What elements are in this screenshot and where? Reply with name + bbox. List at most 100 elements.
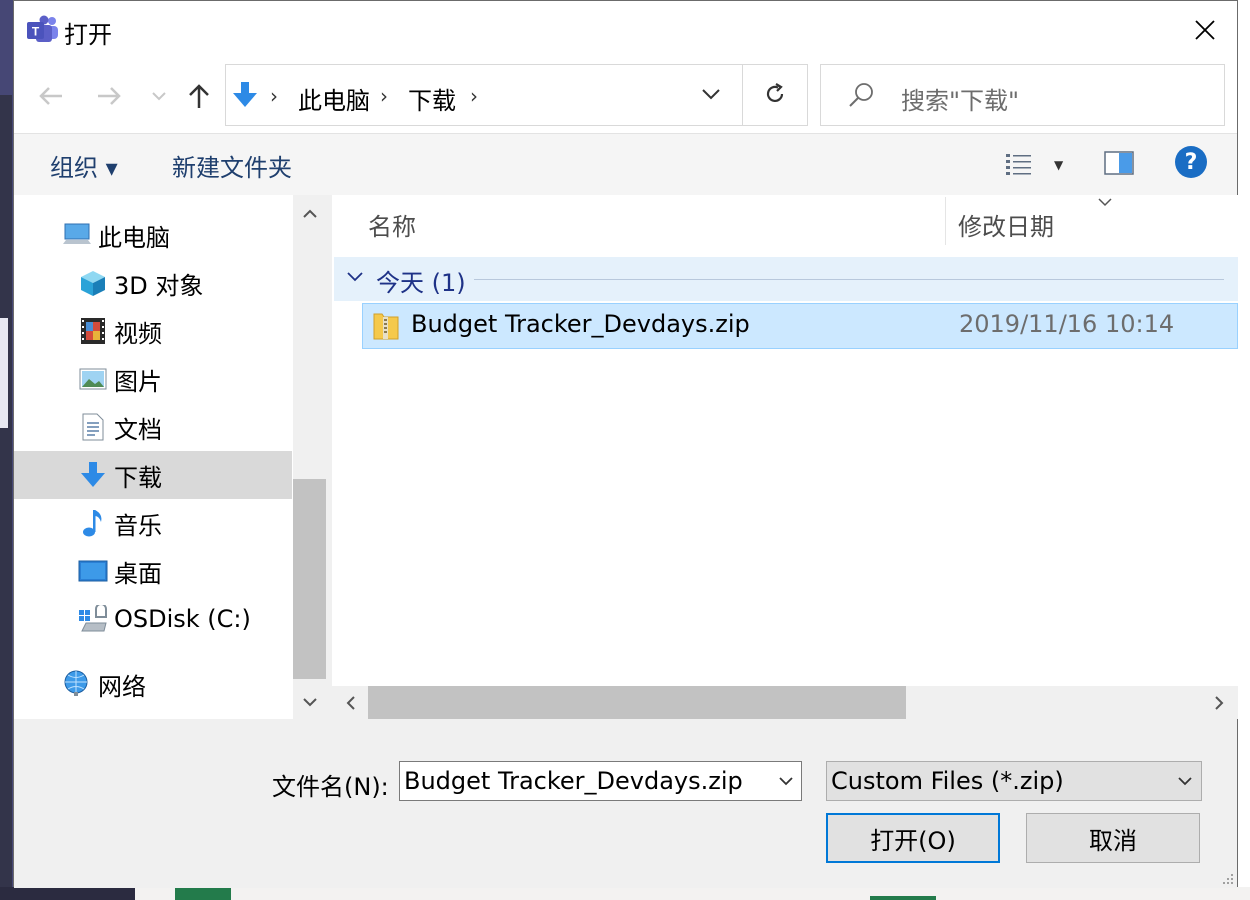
column-separator[interactable] — [945, 197, 946, 245]
search-placeholder: 搜索"下载" — [901, 87, 1020, 115]
breadcrumb-this-pc[interactable]: 此电脑 — [298, 81, 370, 116]
cube-icon — [78, 268, 108, 298]
sidebar-scroll-thumb[interactable] — [293, 479, 326, 679]
column-date-header[interactable]: 修改日期 — [958, 207, 1054, 242]
scroll-up-button[interactable] — [293, 199, 326, 229]
arrow-up-icon — [189, 84, 209, 108]
open-button[interactable]: 打开(O) — [826, 813, 1000, 863]
file-row[interactable]: Budget Tracker_Devdays.zip 2019/11/16 10… — [362, 303, 1238, 349]
filetype-select[interactable]: Custom Files (*.zip) — [826, 761, 1202, 801]
background-window — [1238, 0, 1250, 900]
sidebar-item-label: OSDisk (C:) — [114, 605, 251, 633]
group-label: 今天 (1) — [376, 269, 466, 297]
chevron-down-icon — [347, 272, 363, 282]
file-name: Budget Tracker_Devdays.zip — [411, 310, 750, 338]
caret-down-icon: ▼ — [1054, 158, 1064, 172]
sidebar-scrollbar[interactable] — [293, 195, 326, 719]
refresh-button[interactable] — [750, 79, 800, 109]
chevron-right-icon — [1214, 696, 1223, 710]
sidebar-item-3d-objects[interactable]: 3D 对象 — [14, 259, 292, 307]
file-list: 名称 修改日期 今天 (1) Budget Tracker_Devdays.zi… — [332, 195, 1238, 719]
picture-icon — [78, 364, 108, 394]
desktop-icon — [78, 556, 108, 586]
group-divider — [474, 279, 1224, 280]
sidebar-item-this-pc[interactable]: 此电脑 — [14, 211, 292, 259]
background-bottom — [135, 887, 1250, 900]
download-icon — [78, 460, 108, 490]
sidebar-item-network[interactable]: 网络 — [14, 660, 292, 708]
view-options-button[interactable]: ▼ — [1004, 148, 1074, 182]
teams-icon: T — [27, 15, 58, 42]
address-history-button[interactable] — [696, 79, 726, 109]
sidebar-item-osdisk[interactable]: OSDisk (C:) — [14, 595, 292, 643]
divider — [742, 65, 743, 125]
video-icon — [78, 316, 108, 346]
chevron-right-icon[interactable]: › — [470, 84, 478, 108]
refresh-icon — [766, 83, 784, 103]
sidebar-item-label: 图片 — [114, 367, 162, 396]
chevron-right-icon[interactable]: › — [380, 84, 388, 108]
details-view-icon — [1006, 154, 1031, 175]
up-button[interactable] — [184, 81, 214, 111]
sidebar-item-downloads[interactable]: 下载 — [14, 451, 292, 499]
sidebar-item-label: 视频 — [114, 319, 162, 348]
chevron-down-icon[interactable] — [775, 768, 797, 794]
navigation-bar: › 此电脑 › 下载 › 搜索"下载" — [14, 59, 1237, 133]
navigation-pane: 此电脑 3D 对象 视频 图片 文档 下载 音乐 桌面 OSDisk (C:) … — [14, 195, 326, 719]
filename-field[interactable]: Budget Tracker_Devdays.zip — [399, 761, 802, 801]
column-name-header[interactable]: 名称 — [368, 207, 416, 242]
group-header-today[interactable]: 今天 (1) — [334, 257, 1238, 301]
cancel-button[interactable]: 取消 — [1026, 813, 1200, 863]
sidebar-item-documents[interactable]: 文档 — [14, 403, 292, 451]
sidebar-item-videos[interactable]: 视频 — [14, 307, 292, 355]
filename-value[interactable]: Budget Tracker_Devdays.zip — [404, 767, 743, 795]
preview-pane-icon[interactable] — [1104, 150, 1134, 176]
chevron-right-icon[interactable]: › — [270, 84, 278, 108]
background-sidebar — [0, 95, 12, 900]
back-button[interactable] — [36, 81, 66, 111]
chevron-down-icon — [702, 89, 720, 100]
svg-text:T: T — [32, 25, 40, 39]
sidebar-item-label: 下载 — [114, 463, 162, 492]
sidebar-item-pictures[interactable]: 图片 — [14, 355, 292, 403]
sidebar-item-music[interactable]: 音乐 — [14, 499, 292, 547]
chevron-up-icon — [302, 209, 317, 218]
dialog-title: 打开 — [64, 21, 112, 49]
chevron-down-icon — [302, 698, 317, 707]
recent-locations-button[interactable] — [144, 81, 174, 111]
organize-menu[interactable]: 组织 ▾ — [50, 148, 118, 183]
drive-icon — [78, 604, 108, 634]
new-folder-button[interactable]: 新建文件夹 — [172, 148, 292, 183]
chevron-down-icon — [152, 92, 166, 101]
arrow-right-icon — [98, 87, 121, 105]
filename-label: 文件名(N): — [272, 773, 389, 801]
horizontal-scrollbar[interactable] — [332, 686, 1238, 719]
filetype-value: Custom Files (*.zip) — [831, 767, 1064, 795]
network-icon — [62, 669, 92, 699]
chevron-down-icon — [1178, 777, 1192, 786]
scroll-left-button[interactable] — [334, 688, 367, 718]
background-bottom-left — [0, 887, 135, 900]
sidebar-item-label: 此电脑 — [98, 223, 170, 252]
resize-grip-icon[interactable] — [1219, 870, 1235, 886]
file-date: 2019/11/16 10:14 — [959, 310, 1175, 338]
horizontal-scroll-thumb[interactable] — [368, 686, 906, 719]
zip-folder-icon — [373, 313, 399, 340]
scroll-right-button[interactable] — [1202, 688, 1235, 718]
sidebar-item-label: 文档 — [114, 415, 162, 444]
document-icon — [78, 412, 108, 442]
computer-icon — [62, 220, 92, 250]
sidebar-item-label: 网络 — [98, 672, 146, 701]
background-accent — [0, 318, 8, 428]
search-box[interactable]: 搜索"下载" — [820, 64, 1225, 126]
address-bar[interactable]: › 此电脑 › 下载 › — [225, 64, 808, 126]
help-button[interactable]: ? — [1175, 146, 1207, 178]
breadcrumb-downloads[interactable]: 下载 — [408, 81, 456, 116]
sidebar-item-label: 3D 对象 — [114, 271, 204, 300]
scroll-down-button[interactable] — [293, 687, 326, 717]
footer: 文件名(N): Budget Tracker_Devdays.zip Custo… — [14, 719, 1237, 888]
close-button[interactable] — [1173, 1, 1237, 59]
sidebar-item-label: 桌面 — [114, 559, 162, 588]
forward-button[interactable] — [94, 81, 124, 111]
sidebar-item-desktop[interactable]: 桌面 — [14, 547, 292, 595]
